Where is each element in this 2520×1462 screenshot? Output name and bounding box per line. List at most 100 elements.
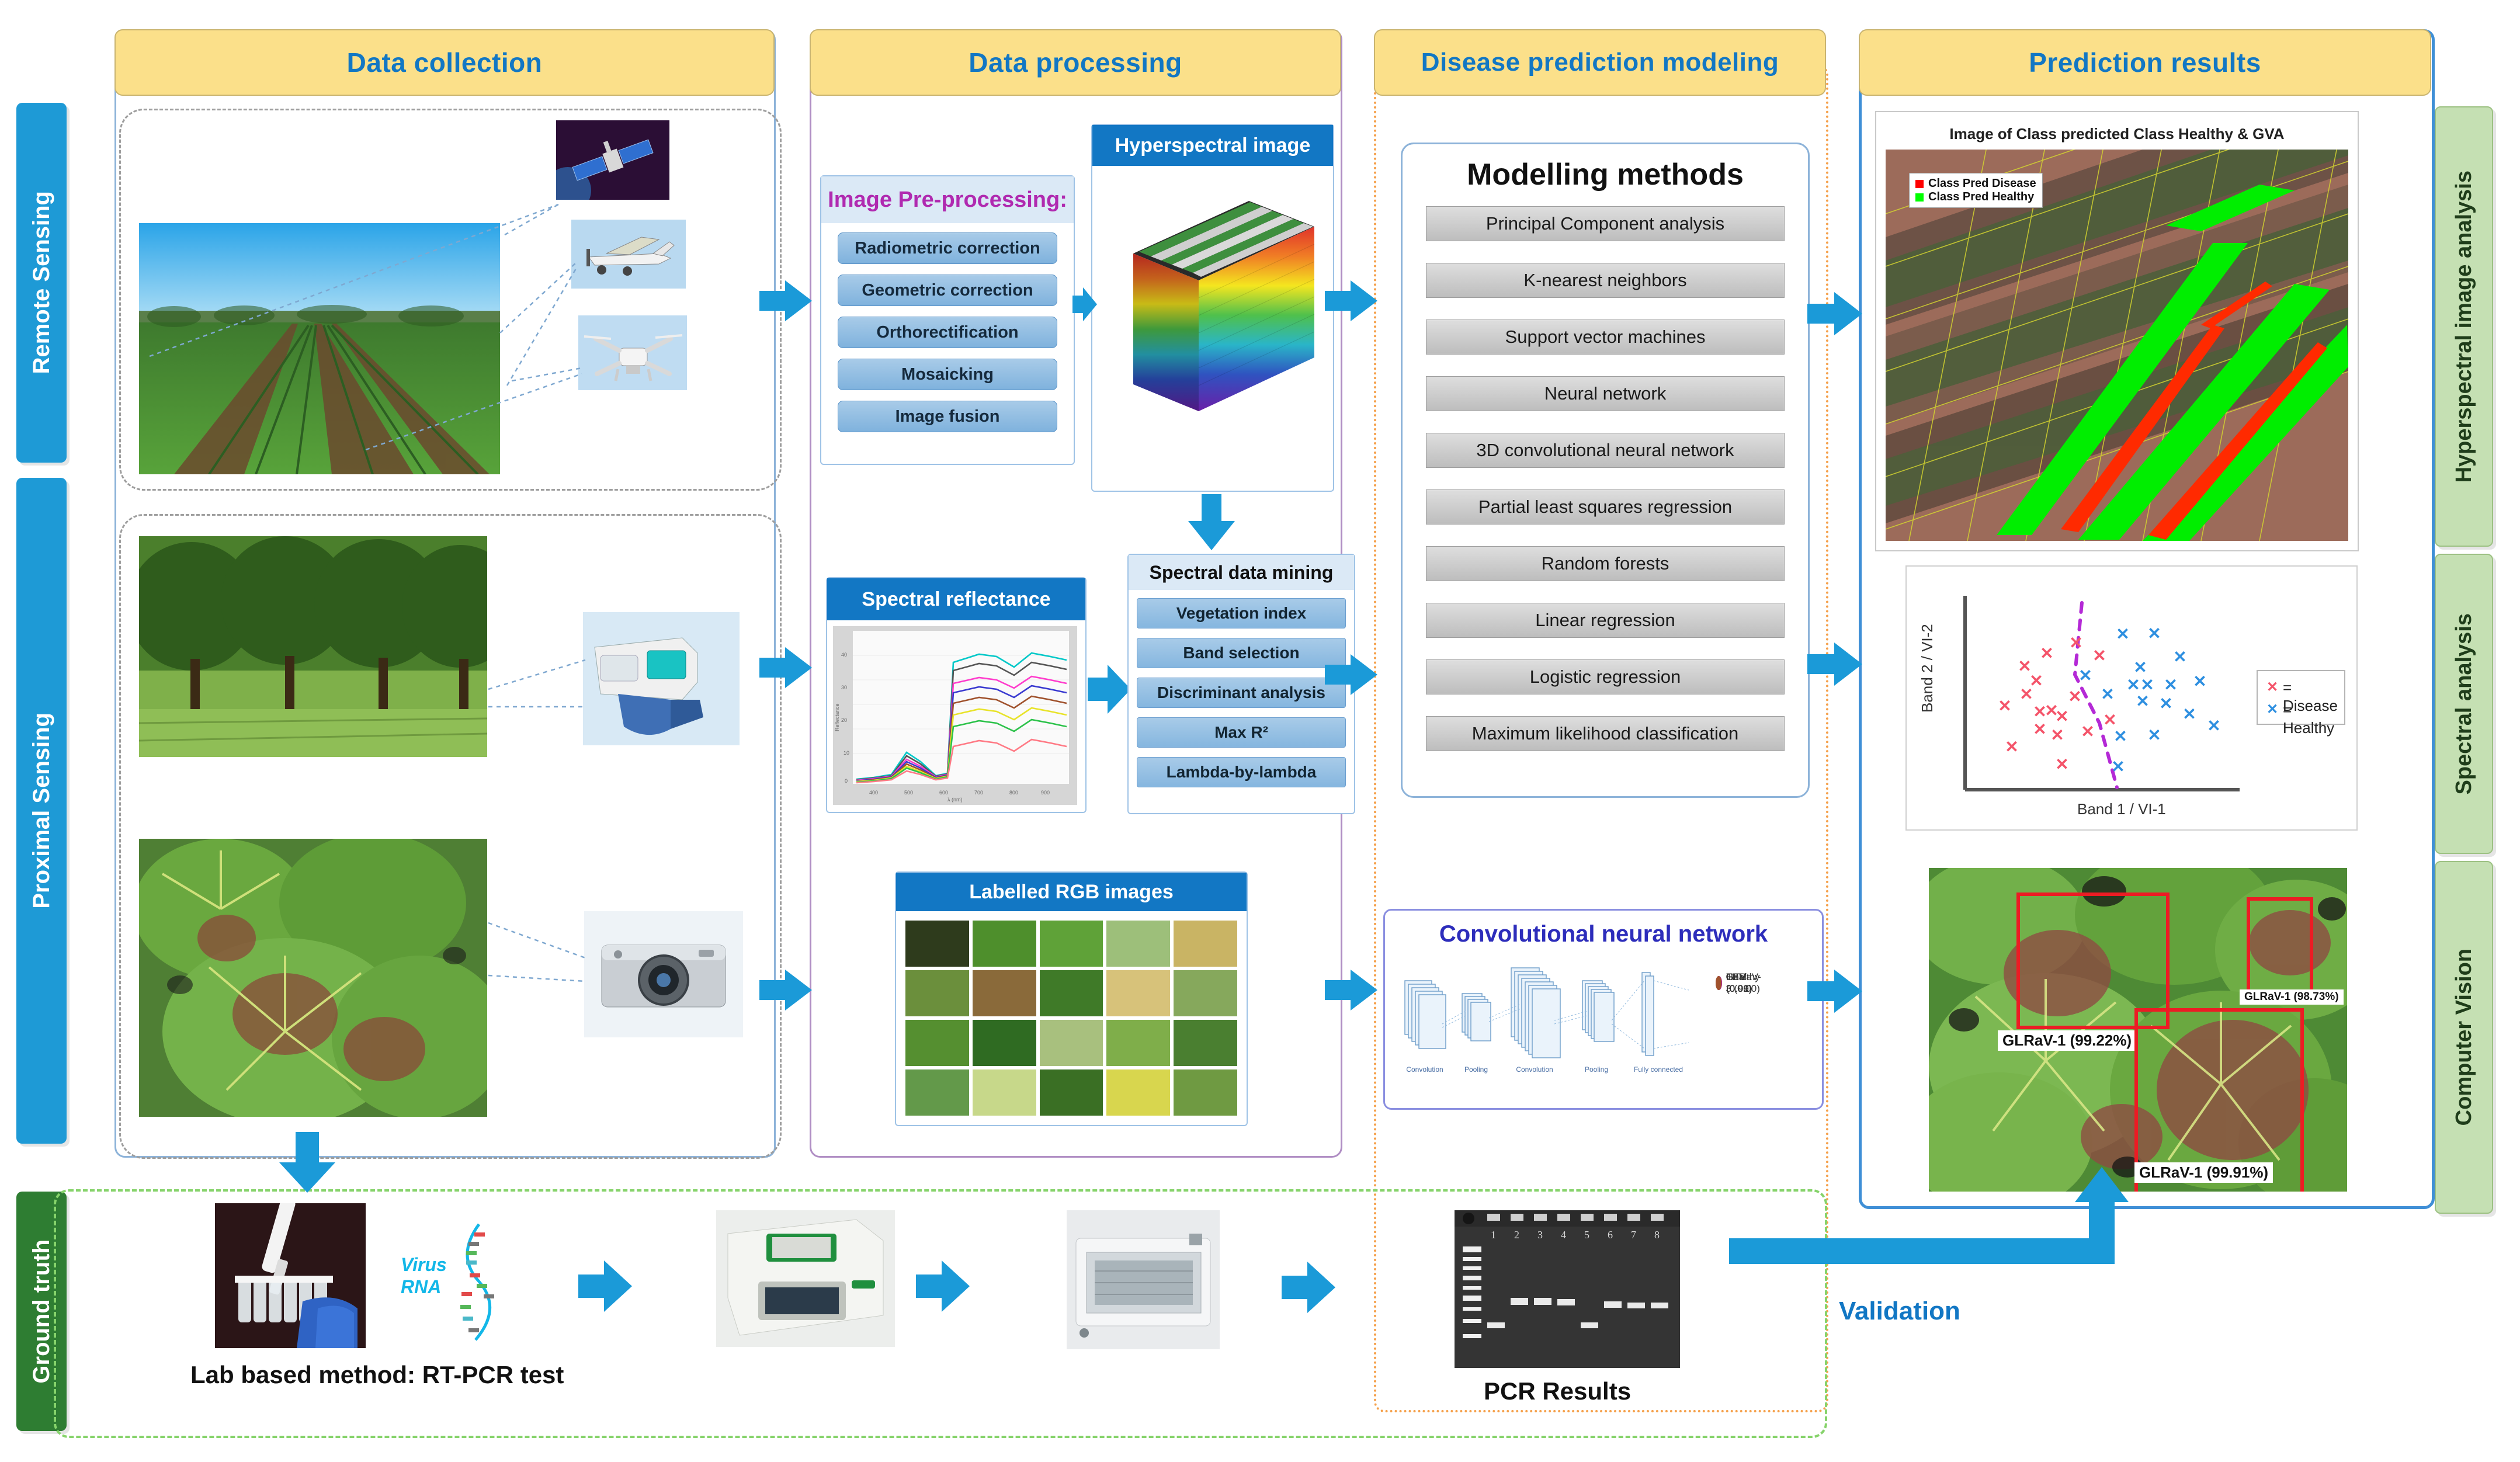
svg-text:30: 30 (841, 685, 847, 690)
arrow-gelbox-to-pcr (1282, 1262, 1338, 1313)
svg-text:✕: ✕ (2193, 672, 2206, 690)
class-label: GLRaV-3 (0.00) (1726, 971, 1761, 994)
svg-text:✕: ✕ (2173, 648, 2186, 666)
svg-text:✕: ✕ (2266, 702, 2278, 717)
preprocessing-step[interactable]: Orthorectification (838, 317, 1057, 348)
column-title: Disease prediction modeling (1421, 48, 1779, 77)
legend-label: Class Pred Disease (1928, 177, 2036, 190)
svg-text:✕: ✕ (2055, 707, 2068, 725)
svg-text:✕: ✕ (2069, 634, 2082, 652)
pipette-photo (215, 1203, 366, 1348)
rgb-thumbnail (905, 921, 969, 967)
side-tab-label: Spectral analysis (2451, 613, 2476, 795)
legend-swatch (1915, 179, 1924, 188)
mining-step[interactable]: Band selection (1137, 638, 1346, 668)
modelling-method[interactable]: Logistic regression (1426, 659, 1785, 694)
mining-step[interactable]: Lambda-by-lambda (1137, 757, 1346, 787)
grape-leaf-photo (139, 839, 487, 1117)
svg-text:Pooling: Pooling (1464, 1065, 1488, 1074)
virus-rna-graphic: Virus RNA (397, 1221, 520, 1343)
preprocessing-step[interactable]: Radiometric correction (838, 232, 1057, 264)
side-tab-label: Computer Vision (2451, 949, 2476, 1126)
svg-text:✕: ✕ (2005, 738, 2018, 756)
scatter-xlabel: Band 1 / VI-1 (2077, 800, 2166, 818)
modelling-method[interactable]: Maximum likelihood classification (1426, 716, 1785, 751)
workflow-diagram: Remote Sensing Proximal Sensing Ground t… (0, 0, 2520, 1462)
side-tab-hyperspectral-image-analysis: Hyperspectral image analysis (2435, 106, 2493, 547)
rgb-thumbnail (1174, 1069, 1237, 1116)
hyperspectral-cube (1133, 201, 1315, 411)
column-header-data-processing: Data processing (810, 29, 1341, 96)
side-tab-proximal-sensing: Proximal Sensing (16, 478, 67, 1144)
rgb-thumbnail (1039, 921, 1103, 967)
satellite-photo (556, 120, 669, 200)
svg-text:4: 4 (1561, 1229, 1566, 1241)
svg-text:✕: ✕ (2182, 705, 2196, 723)
svg-text:6: 6 (1608, 1229, 1613, 1241)
svg-text:✕: ✕ (2103, 711, 2116, 729)
pcr-gel-image: 1 2 3 4 5 6 7 8 (1455, 1210, 1680, 1368)
mining-step[interactable]: Vegetation index (1137, 598, 1346, 628)
side-tab-computer-vision: Computer Vision (2435, 861, 2493, 1214)
classified-map-panel: Image of Class predicted Class Healthy &… (1875, 111, 2359, 551)
column-title: Data collection (346, 47, 543, 78)
rgb-thumbnail (1174, 970, 1237, 1016)
rgb-thumbnail (972, 1020, 1036, 1066)
rgb-thumbnail (1106, 1069, 1171, 1116)
svg-text:900: 900 (1041, 790, 1050, 796)
modelling-method[interactable]: 3D convolutional neural network (1426, 433, 1785, 468)
svg-text:✕: ✕ (2140, 676, 2154, 694)
svg-text:✕: ✕ (2147, 624, 2161, 643)
modelling-method[interactable]: K-nearest neighbors (1426, 263, 1785, 298)
svg-text:✕: ✕ (2116, 625, 2129, 643)
mining-step[interactable]: Max R² (1137, 717, 1346, 748)
arrow-preprocessing-to-hyperspectral (1072, 287, 1097, 321)
preprocessing-step[interactable]: Geometric correction (838, 275, 1057, 306)
mining-step[interactable]: Discriminant analysis (1137, 678, 1346, 708)
arrow-modeling-to-results-mid (1807, 643, 1862, 686)
arrow-modeling-to-results-top (1807, 292, 1862, 335)
labelled-rgb-images-panel: Labelled RGB images (895, 871, 1248, 1126)
rgb-thumbnail (1106, 921, 1171, 967)
svg-text:Reflectance: Reflectance (834, 703, 840, 731)
modelling-method[interactable]: Support vector machines (1426, 320, 1785, 355)
modelling-method[interactable]: Partial least squares regression (1426, 489, 1785, 525)
svg-text:8: 8 (1654, 1229, 1660, 1241)
aircraft-photo (571, 220, 686, 289)
modelling-method[interactable]: Neural network (1426, 376, 1785, 411)
svg-text:800: 800 (1009, 790, 1018, 796)
labelled-rgb-images-title: Labelled RGB images (896, 873, 1247, 911)
modelling-method[interactable]: Random forests (1426, 546, 1785, 581)
legend-swatch (1915, 193, 1924, 202)
svg-text:✕: ✕ (2266, 679, 2278, 695)
validation-arrow (1729, 1167, 2129, 1264)
column-title: Prediction results (2029, 47, 2261, 78)
svg-text:✕: ✕ (2081, 723, 2094, 741)
svg-text:✕: ✕ (1998, 697, 2011, 715)
svg-text:✕: ✕ (2164, 676, 2177, 694)
svg-text:✕: ✕ (2092, 647, 2106, 665)
cnn-output-class: GLRaV-3 (0.00) (1716, 971, 1765, 995)
preprocessing-step[interactable]: Image fusion (838, 401, 1057, 432)
svg-text:Convolution: Convolution (1516, 1065, 1553, 1074)
side-tab-label: Remote Sensing (28, 191, 54, 374)
arrow-collection-to-spectral (759, 647, 812, 688)
preprocessing-step[interactable]: Mosaicking (838, 359, 1057, 390)
rgb-thumbnail (972, 970, 1036, 1016)
rgb-thumbnail (1106, 970, 1171, 1016)
arrow-collection-to-rgb (759, 970, 812, 1010)
modelling-methods-title: Modelling methods (1467, 158, 1744, 192)
arrow-hyperspectral-to-mining (1188, 494, 1235, 550)
arrow-processing-to-cnn (1325, 970, 1377, 1010)
svg-text:2: 2 (1514, 1229, 1519, 1241)
svg-text:✕: ✕ (2050, 726, 2064, 744)
detection-box (2247, 897, 2313, 993)
modelling-method[interactable]: Linear regression (1426, 603, 1785, 638)
svg-text:✕: ✕ (2055, 755, 2068, 773)
rgb-thumbnail-grid (905, 921, 1237, 1116)
arrow-collection-to-groundtruth (279, 1132, 335, 1193)
thermocycler-photo (716, 1210, 895, 1347)
rgb-thumbnail (1039, 1069, 1103, 1116)
modelling-method[interactable]: Principal Component analysis (1426, 206, 1785, 241)
legend-row: Class Pred Disease (1915, 177, 2036, 190)
